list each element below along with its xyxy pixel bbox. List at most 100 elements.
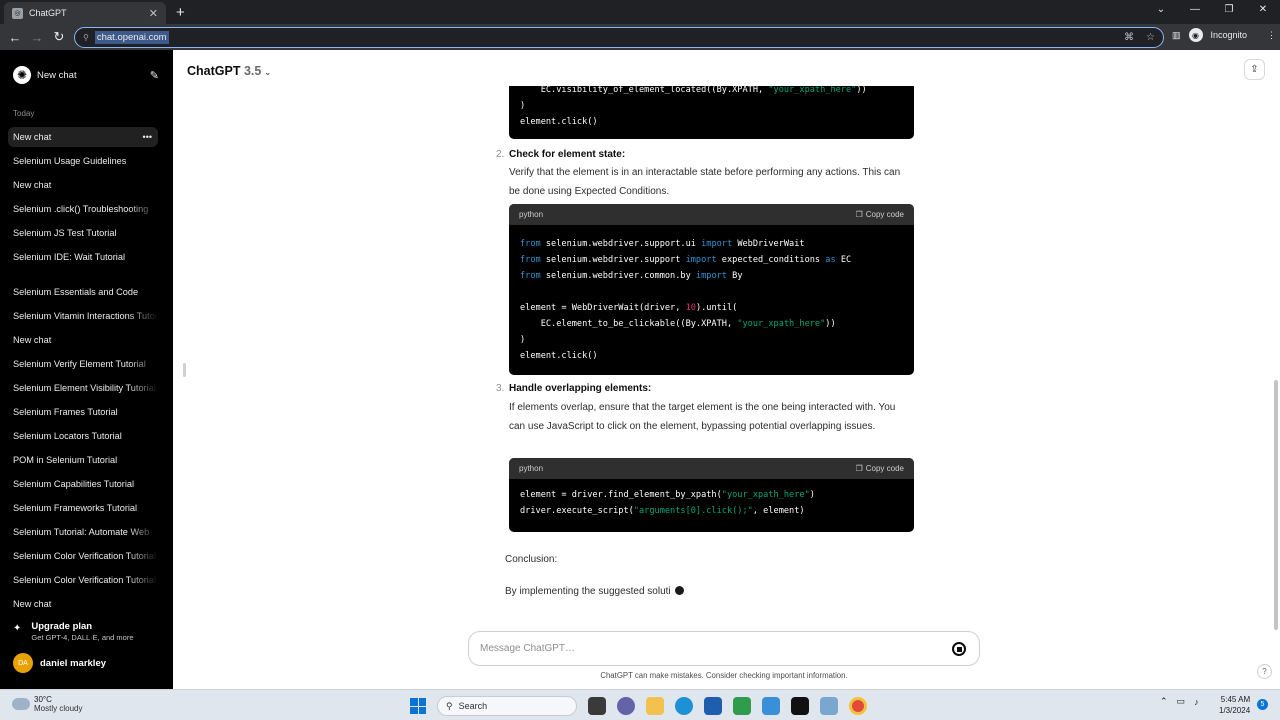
model-selector[interactable]: ChatGPT 3.5 ⌄ xyxy=(187,64,271,78)
sidebar-item[interactable]: New chat xyxy=(8,175,158,195)
sidebar-item[interactable]: New chat xyxy=(8,330,158,350)
sidebar-item[interactable]: Selenium Frameworks Tutorial xyxy=(8,498,158,518)
notification-badge[interactable]: 5 xyxy=(1257,699,1268,710)
browser-tab-strip: ◎ ChatGPT ✕ + ⌄ — ❐ ✕ xyxy=(0,0,1280,24)
sidebar-item[interactable]: Selenium Locators Tutorial xyxy=(8,426,158,446)
copy-code-button[interactable]: ❐ Copy code xyxy=(856,210,904,219)
taskbar: 30°C Mostly cloudy ⚲ Search ⌃ ▭ ♪ 5:45 AM… xyxy=(0,689,1280,720)
sidebar-item[interactable]: Selenium JS Test Tutorial xyxy=(8,223,158,243)
sidebar-item[interactable]: POM in Selenium Tutorial xyxy=(8,450,158,470)
chrome-icon[interactable] xyxy=(849,697,867,715)
code-header: python ❐ Copy code xyxy=(509,204,914,225)
sidebar-item-label: Selenium Capabilities Tutorial xyxy=(13,479,135,489)
list-item-title: Handle overlapping elements: xyxy=(509,383,652,394)
sidebar-item[interactable]: Selenium Frames Tutorial xyxy=(8,402,158,422)
reload-icon[interactable]: ↻ xyxy=(48,29,70,45)
restore-icon[interactable]: ❐ xyxy=(1212,0,1246,22)
menu-kebab-icon[interactable]: ⋮ xyxy=(1267,30,1276,41)
clock[interactable]: 5:45 AM 1/3/2024 xyxy=(1219,694,1250,716)
sidebar-item[interactable]: Selenium Capabilities Tutorial xyxy=(8,474,158,494)
taskbar-search[interactable]: ⚲ Search xyxy=(437,696,577,716)
store-icon[interactable] xyxy=(704,697,722,715)
new-chat-header[interactable]: ✺ New chat ✎ xyxy=(13,66,159,84)
minimize-icon[interactable]: — xyxy=(1178,0,1212,22)
edge-browser-icon[interactable] xyxy=(675,697,693,715)
sidebar-item[interactable]: Selenium Color Verification Tutorial xyxy=(8,570,158,590)
user-name: daniel markley xyxy=(40,657,107,669)
profile-label[interactable]: Incognito xyxy=(1211,30,1248,40)
close-window-icon[interactable]: ✕ xyxy=(1246,0,1280,22)
more-options-icon[interactable]: ••• xyxy=(143,132,152,142)
disclaimer: ChatGPT can make mistakes. Consider chec… xyxy=(600,671,848,680)
sidebar-item-label: Selenium Frameworks Tutorial xyxy=(13,503,138,513)
code-content: element = driver.find_element_by_xpath("… xyxy=(520,490,815,516)
tab-close-icon[interactable]: ✕ xyxy=(149,7,158,20)
code-content: from selenium.webdriver.support.ui impor… xyxy=(520,239,852,361)
bookmark-star-icon[interactable]: ☆ xyxy=(1146,32,1155,43)
chevron-up-icon[interactable]: ⌃ xyxy=(1160,696,1168,707)
paragraph: Verify that the element is in an interac… xyxy=(509,167,901,197)
user-menu[interactable]: DA daniel markley xyxy=(13,653,106,673)
list-item-title: Check for element state: xyxy=(509,149,626,160)
incognito-icon[interactable]: ◉ xyxy=(1188,28,1203,42)
conclusion-heading: Conclusion: xyxy=(505,554,558,565)
sidebar-item[interactable]: Selenium Essentials and Code xyxy=(8,282,158,302)
windows-start-icon[interactable] xyxy=(410,698,426,714)
terminal-icon[interactable] xyxy=(791,697,809,715)
sidebar-item-label: New chat xyxy=(13,335,52,345)
volume-icon[interactable]: ♪ xyxy=(1194,697,1199,707)
file-explorer-icon[interactable] xyxy=(646,697,664,715)
sidebar-item[interactable]: Selenium Verify Element Tutorial xyxy=(8,354,158,374)
clipboard-icon: ❐ xyxy=(855,464,863,473)
new-tab-button[interactable]: + xyxy=(176,4,185,21)
vpn-app-icon[interactable] xyxy=(762,697,780,715)
network-icon[interactable]: ▭ xyxy=(1177,696,1186,707)
code-language: python xyxy=(519,210,544,219)
upgrade-plan-button[interactable]: ✦ Upgrade plan Get GPT-4, DALL·E, and mo… xyxy=(13,621,134,642)
task-view-icon[interactable] xyxy=(588,697,606,715)
taskbar-apps: ⚲ Search xyxy=(410,696,867,716)
chat-app-icon[interactable] xyxy=(617,697,635,715)
help-icon[interactable]: ? xyxy=(1257,664,1272,679)
forward-arrow-icon[interactable]: → xyxy=(26,30,48,45)
sidebar-item-label: New chat xyxy=(13,132,52,142)
code-block: python ❐ Copy code from selenium.webdrive… xyxy=(509,204,914,375)
scrollbar[interactable] xyxy=(1274,380,1278,630)
weather-widget[interactable]: 30°C Mostly cloudy xyxy=(12,695,82,713)
remote-desktop-icon[interactable] xyxy=(820,697,838,715)
site-info-icon[interactable]: ⚲ xyxy=(83,33,89,42)
share-icon[interactable]: ⇪ xyxy=(1244,59,1265,80)
browser-tab[interactable]: ◎ ChatGPT ✕ xyxy=(4,2,166,24)
sidebar-item[interactable]: Selenium Usage Guidelines xyxy=(8,151,158,171)
sidebar-item[interactable]: Selenium Tutorial: Automate Web xyxy=(8,522,158,542)
address-bar[interactable]: ⚲ chat.openai.com ⌘ ☆ xyxy=(74,27,1164,48)
new-chat-label[interactable]: New chat xyxy=(37,70,77,81)
sidebar-toggle-handle[interactable] xyxy=(183,363,186,377)
sidebar-item[interactable]: Selenium IDE: Wait Tutorial xyxy=(8,247,158,267)
compose-icon[interactable]: ✎ xyxy=(150,69,159,82)
temperature: 30°C xyxy=(34,695,52,704)
address-url[interactable]: chat.openai.com xyxy=(94,31,169,44)
sidebar-item[interactable]: Selenium Element Visibility Tutorial xyxy=(8,378,158,398)
screen: ◎ ChatGPT ✕ + ⌄ — ❐ ✕ ← → ↻ ⚲ chat.opena… xyxy=(0,0,1280,720)
sidebar-panel-icon[interactable]: ▥ xyxy=(1172,30,1181,41)
sidebar-item-label: New chat xyxy=(13,599,52,609)
spreadsheet-app-icon[interactable] xyxy=(733,697,751,715)
sidebar-item[interactable]: Selenium Vitamin Interactions Tutorial xyxy=(8,306,158,326)
sidebar-item-label: Selenium Frames Tutorial xyxy=(13,407,118,417)
code-language: python xyxy=(519,464,544,473)
copy-code-button[interactable]: ❐ Copy code xyxy=(856,464,904,473)
openai-logo-icon: ✺ xyxy=(13,66,31,84)
sidebar-item[interactable]: New chat ••• xyxy=(8,127,158,147)
sidebar-item[interactable]: Selenium .click() Troubleshooting xyxy=(8,199,158,219)
sidebar-item[interactable]: Selenium Color Verification Tutorial xyxy=(8,546,158,566)
sidebar-item[interactable]: New chat xyxy=(8,594,158,614)
incognito-eye-icon[interactable]: ⌘ xyxy=(1124,32,1134,43)
sidebar-item-label: Selenium .click() Troubleshooting xyxy=(13,204,149,214)
section-label-today: Today xyxy=(13,109,35,118)
back-arrow-icon[interactable]: ← xyxy=(4,30,26,45)
chevron-down-icon[interactable]: ⌄ xyxy=(1144,0,1178,22)
stop-generating-button[interactable] xyxy=(952,642,966,656)
sidebar-item-label: Selenium JS Test Tutorial xyxy=(13,228,117,238)
message-input[interactable]: Message ChatGPT… xyxy=(468,631,980,666)
